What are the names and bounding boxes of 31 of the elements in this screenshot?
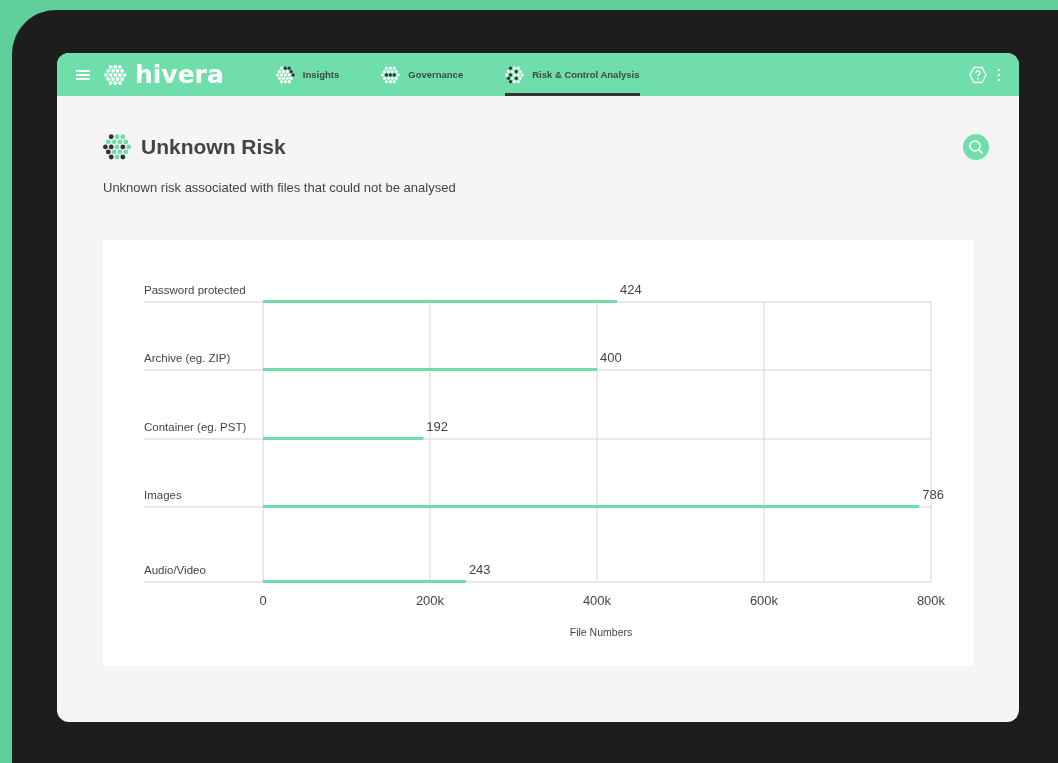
value-label: 424 [620, 282, 642, 297]
page-subtitle: Unknown risk associated with files that could not be analysed [103, 180, 457, 195]
axis-tick-label: 400k [582, 593, 612, 608]
dots-hexagon-icon [103, 132, 133, 162]
category-label: Images [144, 489, 182, 501]
logo-icon [104, 62, 128, 87]
value-label: 243 [468, 562, 491, 577]
page-title: Unknown Risk [141, 135, 286, 159]
axis-tick-label: 200k [415, 593, 445, 608]
category-label: Container (eg. PST) [144, 421, 247, 433]
menu-icon[interactable] [76, 69, 90, 80]
more-icon[interactable] [997, 67, 1001, 82]
nav-tab[interactable]: Governance [381, 53, 464, 96]
value-label: 192 [426, 419, 448, 434]
dots-hexagon-icon [505, 64, 526, 85]
axis-tick-label: 0 [259, 593, 267, 608]
axis-tick-label: 600k [749, 593, 779, 608]
axis-title: File Numbers [569, 626, 633, 638]
dots-hexagon-icon [381, 64, 402, 85]
help-icon[interactable] [969, 65, 987, 84]
category-label: Archive (eg. ZIP) [144, 352, 231, 364]
nav-tab[interactable]: Insights [275, 53, 340, 96]
search-icon[interactable] [963, 134, 989, 160]
axis-tick-label: 800k [916, 593, 946, 608]
nav-tab[interactable]: Risk & Control Analysis [505, 53, 640, 96]
category-label: Password protected [144, 284, 246, 296]
category-label: Audio/Video [144, 564, 206, 576]
value-label: 400 [600, 350, 622, 365]
app-logo: hivera [135, 60, 224, 89]
value-label: 786 [922, 487, 944, 502]
dots-hexagon-icon [275, 64, 296, 85]
